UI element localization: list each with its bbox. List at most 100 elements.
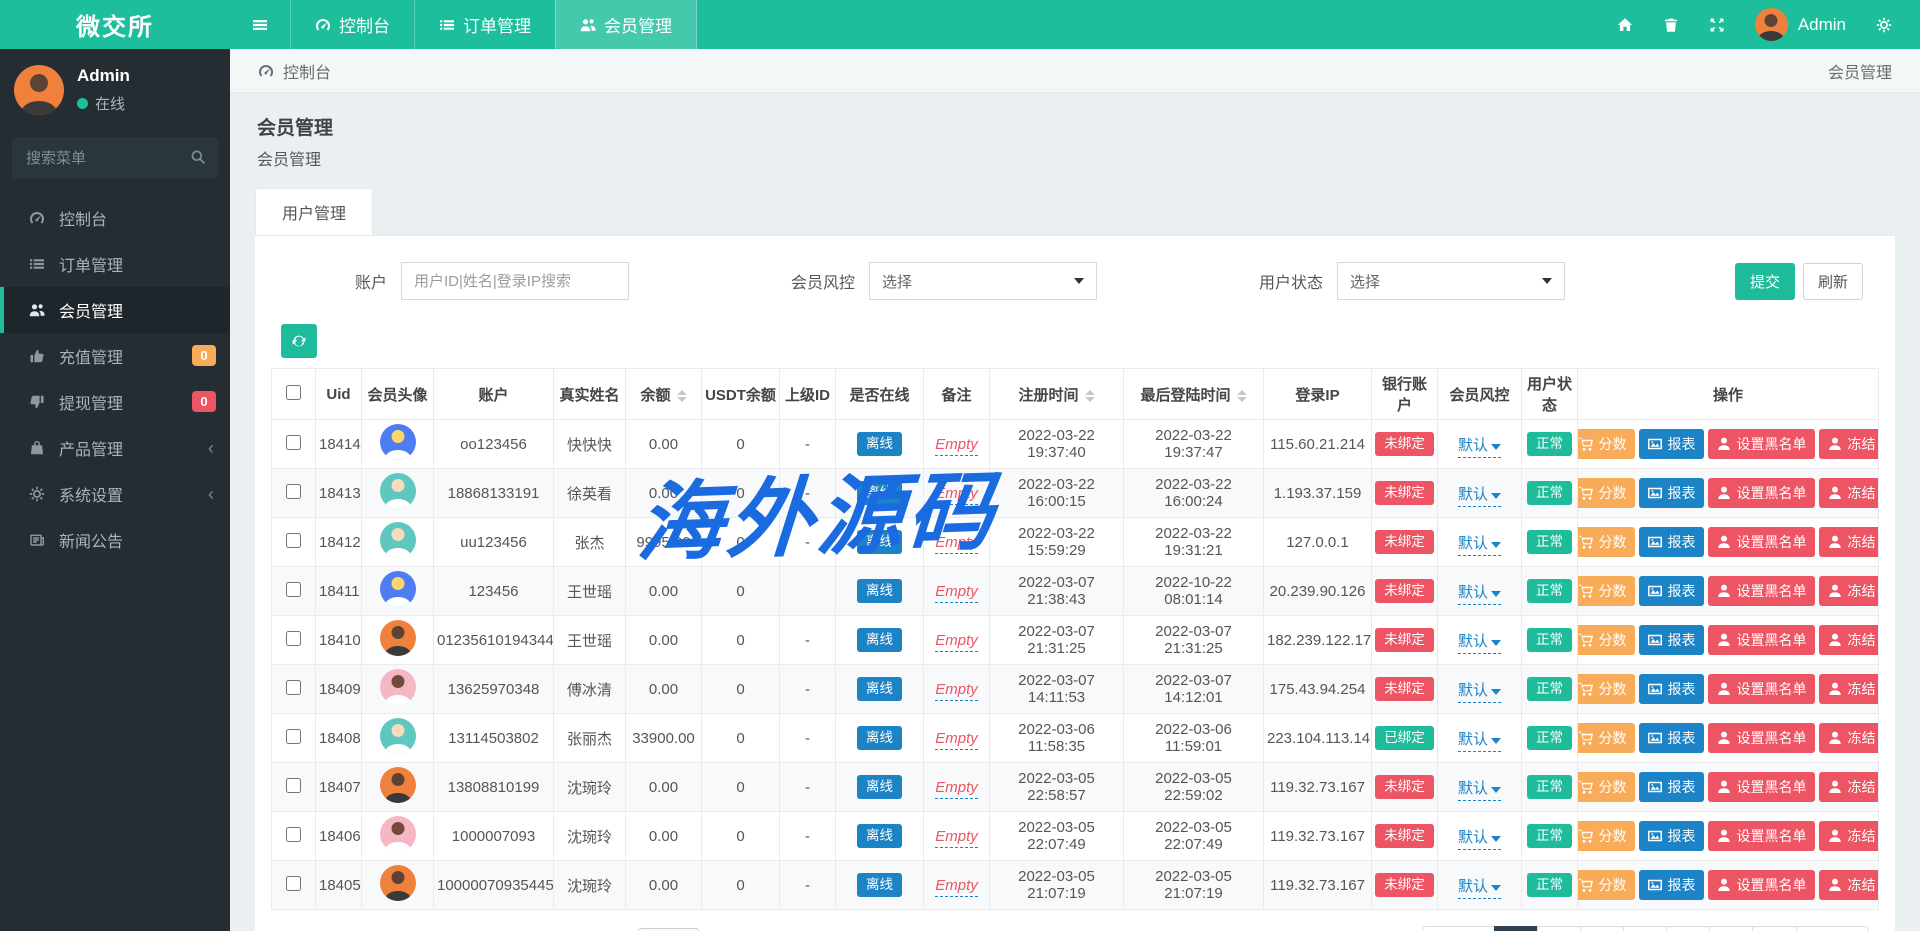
report-button[interactable]: 报表 <box>1639 772 1704 802</box>
freeze-button[interactable]: 冻结 <box>1819 576 1879 606</box>
score-button[interactable]: 分数 <box>1578 527 1635 557</box>
select-all-checkbox[interactable] <box>286 385 301 400</box>
admin-menu[interactable]: Admin <box>1755 8 1846 41</box>
refresh-button[interactable]: 刷新 <box>1803 263 1863 300</box>
score-button[interactable]: 分数 <box>1578 772 1635 802</box>
blacklist-button[interactable]: 设置黑名单 <box>1708 821 1815 851</box>
row-checkbox[interactable] <box>286 533 301 548</box>
row-checkbox[interactable] <box>286 582 301 597</box>
freeze-button[interactable]: 冻结 <box>1819 429 1879 459</box>
freeze-button[interactable]: 冻结 <box>1819 478 1879 508</box>
account-search-input[interactable] <box>401 262 629 300</box>
row-checkbox[interactable] <box>286 435 301 450</box>
settings-gear-icon[interactable] <box>1876 17 1892 33</box>
freeze-button[interactable]: 冻结 <box>1819 674 1879 704</box>
report-button[interactable]: 报表 <box>1639 625 1704 655</box>
remark-link[interactable]: Empty <box>935 828 978 848</box>
fullscreen-icon[interactable] <box>1709 17 1725 33</box>
risk-dropdown-link[interactable]: 默认 <box>1458 535 1501 556</box>
sidebar-item-产品管理[interactable]: 产品管理‹ <box>0 425 230 471</box>
blacklist-button[interactable]: 设置黑名单 <box>1708 870 1815 900</box>
trash-icon[interactable] <box>1663 17 1679 33</box>
sidebar-item-订单管理[interactable]: 订单管理 <box>0 241 230 287</box>
report-button[interactable]: 报表 <box>1639 674 1704 704</box>
sidebar-item-会员管理[interactable]: 会员管理 <box>0 287 230 333</box>
sidebar-item-系统设置[interactable]: 系统设置‹ <box>0 471 230 517</box>
freeze-button[interactable]: 冻结 <box>1819 821 1879 851</box>
risk-dropdown-link[interactable]: 默认 <box>1458 486 1501 507</box>
report-button[interactable]: 报表 <box>1639 429 1704 459</box>
remark-link[interactable]: Empty <box>935 534 978 554</box>
row-checkbox[interactable] <box>286 778 301 793</box>
page-button-4[interactable]: 4 <box>1623 926 1667 931</box>
page-button-上一页[interactable]: 上一页 <box>1422 926 1495 931</box>
sidebar-item-充值管理[interactable]: 充值管理0 <box>0 333 230 379</box>
page-button-...[interactable]: ... <box>1709 926 1753 931</box>
blacklist-button[interactable]: 设置黑名单 <box>1708 674 1815 704</box>
score-button[interactable]: 分数 <box>1578 625 1635 655</box>
submit-button[interactable]: 提交 <box>1735 263 1795 300</box>
sidebar-item-提现管理[interactable]: 提现管理0 <box>0 379 230 425</box>
page-button-1[interactable]: 1 <box>1494 926 1538 931</box>
table-refresh-button[interactable] <box>281 324 317 358</box>
risk-filter-select[interactable]: 选择 <box>869 262 1097 300</box>
row-checkbox[interactable] <box>286 876 301 891</box>
risk-dropdown-link[interactable]: 默认 <box>1458 829 1501 850</box>
risk-dropdown-link[interactable]: 默认 <box>1458 780 1501 801</box>
freeze-button[interactable]: 冻结 <box>1819 870 1879 900</box>
sort-carets-icon[interactable] <box>1085 390 1095 402</box>
report-button[interactable]: 报表 <box>1639 723 1704 753</box>
remark-link[interactable]: Empty <box>935 730 978 750</box>
remark-link[interactable]: Empty <box>935 485 978 505</box>
score-button[interactable]: 分数 <box>1578 821 1635 851</box>
blacklist-button[interactable]: 设置黑名单 <box>1708 429 1815 459</box>
breadcrumb-left[interactable]: 控制台 <box>258 59 331 83</box>
freeze-button[interactable]: 冻结 <box>1819 723 1879 753</box>
score-button[interactable]: 分数 <box>1578 478 1635 508</box>
freeze-button[interactable]: 冻结 <box>1819 625 1879 655</box>
remark-link[interactable]: Empty <box>935 632 978 652</box>
report-button[interactable]: 报表 <box>1639 478 1704 508</box>
risk-dropdown-link[interactable]: 默认 <box>1458 682 1501 703</box>
blacklist-button[interactable]: 设置黑名单 <box>1708 527 1815 557</box>
select-all-header[interactable] <box>272 369 316 420</box>
remark-link[interactable]: Empty <box>935 436 978 456</box>
row-checkbox[interactable] <box>286 729 301 744</box>
risk-dropdown-link[interactable]: 默认 <box>1458 633 1501 654</box>
blacklist-button[interactable]: 设置黑名单 <box>1708 772 1815 802</box>
score-button[interactable]: 分数 <box>1578 870 1635 900</box>
top-nav-会员管理[interactable]: 会员管理 <box>555 0 697 49</box>
sort-carets-icon[interactable] <box>677 390 687 402</box>
page-button-5[interactable]: 5 <box>1666 926 1710 931</box>
page-button-3[interactable]: 3 <box>1580 926 1624 931</box>
row-checkbox[interactable] <box>286 631 301 646</box>
row-checkbox[interactable] <box>286 827 301 842</box>
sidebar-toggle-button[interactable] <box>230 0 290 49</box>
row-checkbox[interactable] <box>286 484 301 499</box>
blacklist-button[interactable]: 设置黑名单 <box>1708 478 1815 508</box>
status-filter-select[interactable]: 选择 <box>1337 262 1565 300</box>
column-header-余额[interactable]: 余额 <box>626 369 702 420</box>
risk-dropdown-link[interactable]: 默认 <box>1458 584 1501 605</box>
risk-dropdown-link[interactable]: 默认 <box>1458 437 1501 458</box>
risk-dropdown-link[interactable]: 默认 <box>1458 731 1501 752</box>
top-nav-订单管理[interactable]: 订单管理 <box>414 0 555 49</box>
freeze-button[interactable]: 冻结 <box>1819 772 1879 802</box>
sidebar-item-控制台[interactable]: 控制台 <box>0 195 230 241</box>
score-button[interactable]: 分数 <box>1578 723 1635 753</box>
home-icon[interactable] <box>1617 17 1633 33</box>
column-header-最后登陆时间[interactable]: 最后登陆时间 <box>1124 369 1264 420</box>
row-checkbox[interactable] <box>286 680 301 695</box>
score-button[interactable]: 分数 <box>1578 576 1635 606</box>
blacklist-button[interactable]: 设置黑名单 <box>1708 576 1815 606</box>
remark-link[interactable]: Empty <box>935 583 978 603</box>
report-button[interactable]: 报表 <box>1639 870 1704 900</box>
search-icon[interactable] <box>190 149 206 165</box>
remark-link[interactable]: Empty <box>935 681 978 701</box>
page-button-15[interactable]: 15 <box>1752 926 1797 931</box>
risk-dropdown-link[interactable]: 默认 <box>1458 878 1501 899</box>
sidebar-item-新闻公告[interactable]: 新闻公告 <box>0 517 230 563</box>
blacklist-button[interactable]: 设置黑名单 <box>1708 723 1815 753</box>
blacklist-button[interactable]: 设置黑名单 <box>1708 625 1815 655</box>
page-button-下一页[interactable]: 下一页 <box>1796 926 1869 931</box>
